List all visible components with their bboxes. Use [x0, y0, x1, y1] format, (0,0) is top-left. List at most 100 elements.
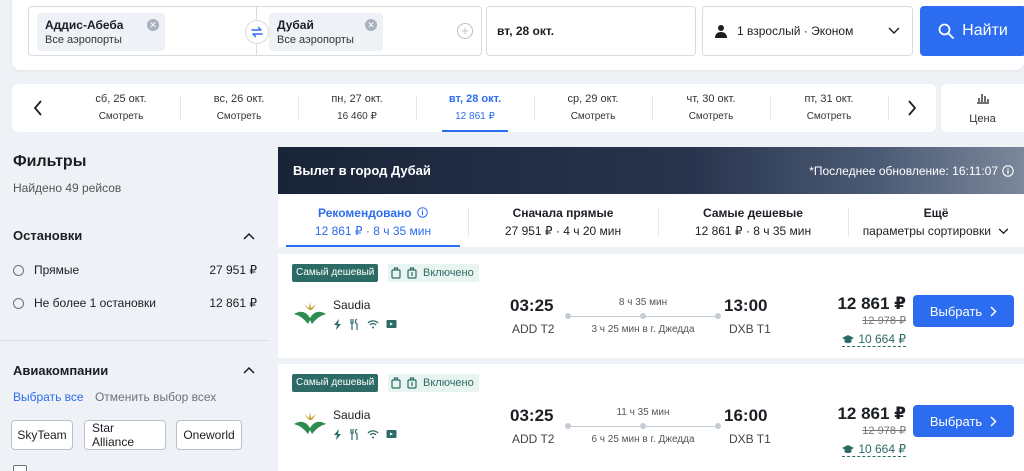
- old-price: 12 978 ₽: [862, 315, 906, 327]
- from-city-field[interactable]: Аддис-Абеба Все аэропорты ✕: [37, 13, 165, 51]
- date-day-3-selected[interactable]: вт, 28 окт. 12 861 ₽: [416, 84, 534, 132]
- collapse-stops-icon[interactable]: [242, 229, 256, 243]
- day-price: Смотреть: [216, 111, 262, 122]
- choose-flight-button[interactable]: Выбрать: [913, 405, 1014, 437]
- airline-name: Saudia: [333, 298, 371, 312]
- sort-cheapest[interactable]: Самые дешевые 12 861 ₽ · 8 ч 35 мин: [658, 194, 848, 247]
- add-route-icon[interactable]: +: [457, 23, 473, 39]
- sort-sub: 12 861 ₽ · 8 ч 35 мин: [694, 224, 812, 238]
- flight-duration: 11 ч 35 мин: [616, 407, 670, 418]
- stops-option-one-stop[interactable]: Не более 1 остановки 12 861 ₽: [13, 294, 257, 312]
- included-label: Включено: [423, 267, 474, 279]
- sort-title: Ещё: [923, 206, 949, 220]
- sort-more[interactable]: Ещё параметры сортировки: [848, 194, 1024, 247]
- radio-button[interactable]: [13, 264, 24, 276]
- route-field: Аддис-Абеба Все аэропорты ✕ Дубай Все аэ…: [28, 6, 482, 56]
- clear-from-icon[interactable]: ✕: [147, 19, 159, 31]
- sort-bar: Рекомендовано 12 861 ₽ · 8 ч 35 мин Снач…: [278, 194, 1024, 247]
- route-dot: [715, 313, 721, 319]
- date-strip: сб, 25 окт. Смотреть вс, 26 окт. Смотрет…: [12, 84, 936, 132]
- meal-icon: [350, 429, 358, 440]
- last-update: *Последнее обновление: 16:11:07: [809, 164, 1014, 178]
- old-price: 12 978 ₽: [862, 425, 906, 437]
- stops-option-direct[interactable]: Прямые 27 951 ₽: [13, 261, 257, 279]
- swap-cities-button[interactable]: [245, 20, 269, 44]
- stop-option-label: Прямые: [34, 263, 80, 277]
- alliance-oneworld[interactable]: Oneworld: [176, 420, 242, 450]
- radio-button[interactable]: [13, 297, 24, 309]
- next-dates-button[interactable]: [900, 96, 924, 120]
- date-day-0[interactable]: сб, 25 окт. Смотреть: [62, 84, 180, 132]
- sort-title: Самые дешевые: [703, 206, 803, 220]
- club-price[interactable]: 10 664 ₽: [842, 332, 906, 347]
- chevron-right-icon: [990, 305, 997, 317]
- alliance-skyteam[interactable]: SkyTeam: [11, 420, 73, 450]
- departure-time: 03:25: [510, 296, 554, 315]
- date-day-6[interactable]: пт, 31 окт. Смотреть: [770, 84, 888, 132]
- arrival-time: 16:00: [724, 406, 768, 425]
- flight-card[interactable]: Самый дешевый Включено Saudia 03:25 ADD …: [278, 254, 1024, 358]
- baggage-included: Включено: [388, 374, 479, 392]
- date-day-1[interactable]: вс, 26 окт. Смотреть: [180, 84, 298, 132]
- sort-title-text: Рекомендовано: [318, 206, 412, 220]
- day-price: 12 861 ₽: [455, 111, 495, 122]
- to-city-field[interactable]: Дубай Все аэропорты ✕: [269, 13, 383, 51]
- flight-card[interactable]: Самый дешевый Включено Saudia 03:25 ADD …: [278, 364, 1024, 471]
- airlines-title: Авиакомпании: [13, 363, 109, 378]
- price-chart-toggle[interactable]: Цена: [941, 84, 1024, 132]
- search-bar: Аддис-Абеба Все аэропорты ✕ Дубай Все аэ…: [12, 0, 1024, 70]
- deselect-all-link[interactable]: Отменить выбор всех: [95, 390, 216, 404]
- passengers-field[interactable]: 1 взрослый · Эконом: [702, 6, 913, 56]
- saudia-logo-icon: [294, 302, 326, 324]
- club-price[interactable]: 10 664 ₽: [842, 442, 906, 457]
- select-all-link[interactable]: Выбрать все: [13, 390, 84, 404]
- choose-flight-button[interactable]: Выбрать: [913, 295, 1014, 327]
- day-date: пн, 27 окт.: [331, 93, 383, 105]
- date-value: вт, 28 окт.: [497, 24, 555, 38]
- sort-title: Рекомендовано: [278, 206, 468, 220]
- stop-option-label: Не более 1 остановки: [34, 296, 156, 310]
- info-icon[interactable]: [417, 207, 428, 218]
- date-day-4[interactable]: ср, 29 окт. Смотреть: [534, 84, 652, 132]
- info-icon[interactable]: [1002, 165, 1014, 177]
- date-day-2[interactable]: пн, 27 окт. 16 460 ₽: [298, 84, 416, 132]
- day-price: Смотреть: [98, 111, 144, 122]
- entertainment-icon: [386, 430, 397, 438]
- club-price-value: 10 664 ₽: [858, 442, 906, 456]
- to-city-airports: Все аэропорты: [277, 34, 354, 46]
- entertainment-icon: [386, 320, 397, 328]
- power-outlet-icon: [334, 319, 341, 330]
- filters-title: Фильтры: [13, 153, 87, 170]
- from-city-airports: Все аэропорты: [45, 34, 122, 46]
- collapse-airlines-icon[interactable]: [242, 363, 256, 377]
- day-date: чт, 30 окт.: [686, 93, 736, 105]
- alliance-star-alliance[interactable]: Star Alliance: [84, 420, 166, 450]
- cheapest-badge: Самый дешевый: [292, 264, 379, 282]
- prev-dates-button[interactable]: [26, 96, 50, 120]
- sort-recommended[interactable]: Рекомендовано 12 861 ₽ · 8 ч 35 мин: [278, 194, 468, 247]
- flight-price: 12 861 ₽: [837, 404, 906, 423]
- day-date: ср, 29 окт.: [567, 93, 619, 105]
- date-day-5[interactable]: чт, 30 окт. Смотреть: [652, 84, 770, 132]
- day-price: Смотреть: [570, 111, 616, 122]
- checkbox[interactable]: [13, 465, 27, 471]
- checked-bag-icon: [407, 377, 417, 389]
- graduation-cap-icon: [842, 335, 855, 344]
- arrival-airport: DXB T1: [729, 322, 771, 336]
- sort-direct-first[interactable]: Сначала прямые 27 951 ₽ · 4 ч 20 мин: [468, 194, 658, 247]
- find-button[interactable]: Найти: [920, 6, 1024, 56]
- sort-sub: 27 951 ₽ · 4 ч 20 мин: [504, 224, 622, 238]
- clear-to-icon[interactable]: ✕: [365, 19, 377, 31]
- sort-title: Сначала прямые: [512, 206, 614, 220]
- carry-on-bag-icon: [391, 377, 401, 389]
- date-field[interactable]: вт, 28 окт.: [486, 6, 696, 56]
- bar-chart-icon: [976, 94, 989, 104]
- departure-airport: ADD T2: [512, 432, 555, 446]
- route-dot: [565, 313, 571, 319]
- stop-option-price: 12 861 ₽: [209, 296, 257, 310]
- amenities: [333, 429, 397, 440]
- from-city-name: Аддис-Абеба: [45, 18, 124, 32]
- graduation-cap-icon: [842, 445, 855, 454]
- route-dot: [715, 423, 721, 429]
- day-date: пт, 31 окт.: [804, 93, 854, 105]
